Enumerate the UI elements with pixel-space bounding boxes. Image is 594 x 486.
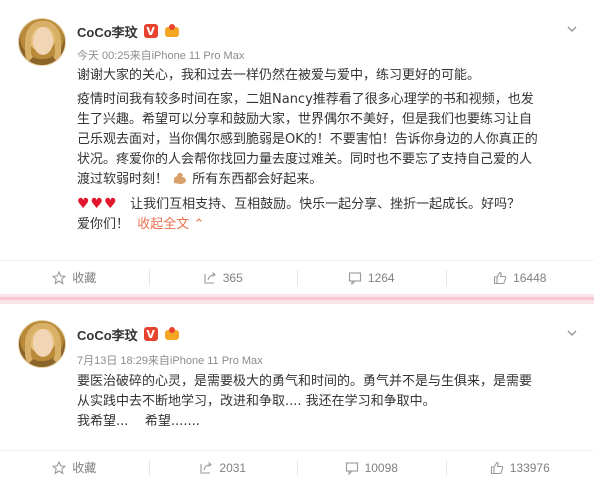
paragraph: 要医治破碎的心灵，是需要极大的勇气和时间的。勇气并不是与生俱来，是需要 <box>77 374 533 389</box>
favorite-label: 收藏 <box>72 461 97 475</box>
paragraph-text: 渡过软弱时刻！ <box>77 172 169 187</box>
paragraph: 状况。疼爱你的人会帮你找回力量去度过难关。同时也不要忘了支持自己爱的人 <box>77 152 533 167</box>
post-meta: 今天 00:25来自iPhone 11 Pro Max <box>77 50 245 62</box>
collapse-text-link[interactable]: 收起全文 <box>137 217 189 232</box>
favorite-button[interactable]: 收藏 <box>0 261 149 294</box>
vip-crown-icon <box>164 24 180 38</box>
favorite-button[interactable]: 收藏 <box>0 451 149 484</box>
thumbs-up-icon <box>494 271 507 284</box>
vip-crown-icon <box>164 327 180 341</box>
muscle-emoji-icon <box>172 171 188 185</box>
comment-icon <box>348 271 361 285</box>
repost-button[interactable]: 2031 <box>148 451 298 484</box>
weibo-post: CoCo李玟 V 今天 00:25来自iPhone 11 Pro Max 谢谢大… <box>0 0 594 294</box>
like-count: 133976 <box>509 460 550 475</box>
paragraph-line: 渡过软弱时刻！ 所有东西都会好起来。 <box>77 170 577 190</box>
verified-badge-icon: V <box>143 24 158 38</box>
comment-count: 1264 <box>367 270 395 285</box>
star-icon <box>52 460 67 475</box>
post-content: 谢谢大家的关心，我和过去一样仍然在被爱与爱中，练习更好的可能。 疫情时间我有较多… <box>77 66 577 235</box>
paragraph-text: 爱你们！ <box>77 217 130 232</box>
post-content: 要医治破碎的心灵，是需要极大的勇气和时间的。勇气并不是与生俱来，是需要 从实践中… <box>77 372 577 432</box>
author-name[interactable]: CoCo李玟 <box>77 22 138 41</box>
paragraph: 己乐观去面对，当你偶尔感到脆弱是OK的！不要害怕！告诉你身边的人你真正的 <box>77 132 538 147</box>
action-bar: 收藏 2031 10098 133976 <box>0 450 594 484</box>
chevron-down-icon[interactable] <box>566 20 578 33</box>
paragraph: 我希望... 希望....... <box>77 414 200 429</box>
action-bar: 收藏 365 1264 16448 <box>0 260 594 294</box>
paragraph: 生了兴趣。希望可以分享和鼓励大家，世界偶尔不美好，但是我们也要练习让自 <box>77 112 533 127</box>
paragraph: 疫情时间我有较多时间在家，二姐Nancy推荐看了很多心理学的书和视频，也发 <box>77 92 534 107</box>
comment-button[interactable]: 10098 <box>297 451 446 484</box>
share-icon <box>204 271 216 284</box>
chevron-up-icon[interactable]: ⌃ <box>193 217 204 232</box>
repost-count: 365 <box>222 270 243 285</box>
like-count: 16448 <box>513 270 547 285</box>
paragraph-line: 爱你们！ 收起全文 ⌃ <box>77 215 577 235</box>
paragraph: 谢谢大家的关心，我和过去一样仍然在被爱与爱中，练习更好的可能。 <box>77 68 481 83</box>
paragraph-line: ♥♥♥ 让我们互相支持、互相鼓励。快乐一起分享、挫折一起成长。好吗？ <box>77 194 577 215</box>
avatar[interactable] <box>18 18 66 66</box>
favorite-label: 收藏 <box>72 271 97 285</box>
comment-count: 10098 <box>364 460 398 475</box>
verified-badge-icon: V <box>143 327 158 341</box>
repost-button[interactable]: 365 <box>148 261 298 294</box>
paragraph: 从实践中去不断地学习，改进和争取.... 我还在学习和争取中。 <box>77 394 436 409</box>
author-row: CoCo李玟 V <box>77 22 180 40</box>
weibo-post: CoCo李玟 V 7月13日 18:29来自iPhone 11 Pro Max … <box>0 304 594 486</box>
repost-count: 2031 <box>219 460 247 475</box>
separator-line <box>0 297 594 300</box>
star-icon <box>52 270 67 285</box>
paragraph-text: 让我们互相支持、互相鼓励。快乐一起分享、挫折一起成长。好吗？ <box>130 197 521 212</box>
like-button[interactable]: 133976 <box>445 451 594 484</box>
author-name[interactable]: CoCo李玟 <box>77 325 138 344</box>
chevron-down-icon[interactable] <box>566 324 578 337</box>
heart-emoji-icon: ♥♥♥ <box>77 196 118 212</box>
share-icon <box>200 461 213 474</box>
comment-button[interactable]: 1264 <box>297 261 446 294</box>
thumbs-up-icon <box>490 461 503 474</box>
comment-icon <box>345 461 358 475</box>
post-meta: 7月13日 18:29来自iPhone 11 Pro Max <box>77 355 263 367</box>
like-button[interactable]: 16448 <box>445 261 594 294</box>
paragraph-text: 所有东西都会好起来。 <box>192 172 323 187</box>
avatar[interactable] <box>18 320 66 368</box>
author-row: CoCo李玟 V <box>77 325 180 343</box>
